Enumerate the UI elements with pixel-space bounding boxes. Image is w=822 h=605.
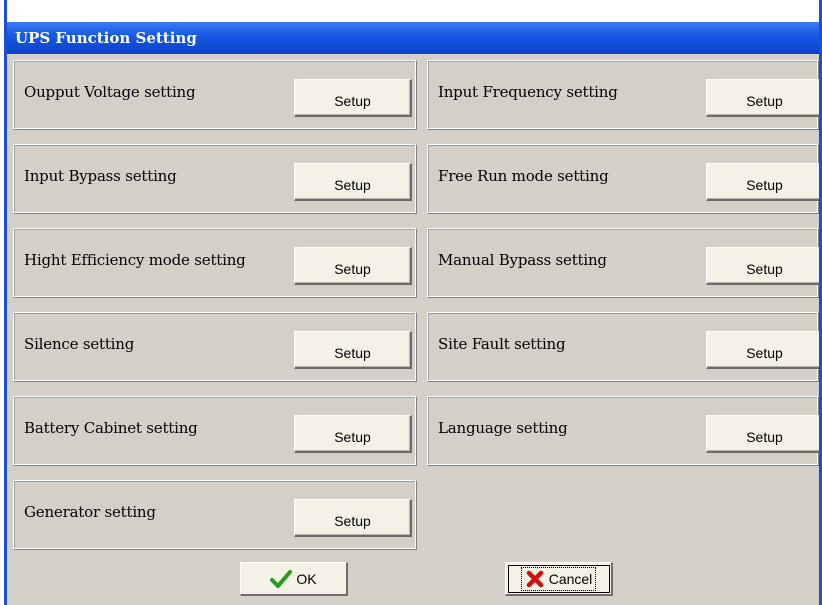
- setting-label: Language setting: [438, 419, 568, 437]
- silence-setup-button[interactable]: Setup: [294, 331, 412, 369]
- setting-label: Battery Cabinet setting: [24, 419, 198, 437]
- panel-input-frequency: Input Frequency setting Setup: [427, 60, 819, 130]
- high-efficiency-setup-button[interactable]: Setup: [294, 247, 412, 285]
- setting-label: Manual Bypass setting: [438, 251, 607, 269]
- panel-silence: Silence setting Setup: [13, 312, 417, 382]
- panel-language: Language setting Setup: [427, 396, 819, 466]
- window-title: UPS Function Setting: [15, 29, 197, 47]
- setting-label: Oupput Voltage setting: [24, 83, 196, 101]
- site-fault-setup-button[interactable]: Setup: [706, 331, 819, 369]
- panel-battery-cabinet: Battery Cabinet setting Setup: [13, 396, 417, 466]
- panel-free-run-mode: Free Run mode setting Setup: [427, 144, 819, 214]
- input-frequency-setup-button[interactable]: Setup: [706, 79, 819, 117]
- setting-label: Input Bypass setting: [24, 167, 177, 185]
- setting-label: Silence setting: [24, 335, 135, 353]
- setting-label: Free Run mode setting: [438, 167, 609, 185]
- setting-label: Hight Efficiency mode setting: [24, 251, 246, 269]
- panel-input-bypass: Input Bypass setting Setup: [13, 144, 417, 214]
- ups-function-setting-window: UPS Function Setting Oupput Voltage sett…: [4, 0, 822, 605]
- setting-label: Site Fault setting: [438, 335, 566, 353]
- cancel-button-label: Cancel: [548, 570, 593, 587]
- setting-label: Generator setting: [24, 503, 156, 521]
- input-bypass-setup-button[interactable]: Setup: [294, 163, 412, 201]
- language-setup-button[interactable]: Setup: [706, 415, 819, 453]
- output-voltage-setup-button[interactable]: Setup: [294, 79, 412, 117]
- checkmark-icon: [270, 569, 293, 589]
- panel-manual-bypass: Manual Bypass setting Setup: [427, 228, 819, 298]
- free-run-mode-setup-button[interactable]: Setup: [706, 163, 819, 201]
- panel-generator: Generator setting Setup: [13, 480, 417, 550]
- panel-site-fault: Site Fault setting Setup: [427, 312, 819, 382]
- manual-bypass-setup-button[interactable]: Setup: [706, 247, 819, 285]
- cancel-button[interactable]: Cancel: [505, 562, 613, 596]
- generator-setup-button[interactable]: Setup: [294, 499, 412, 537]
- title-bar[interactable]: UPS Function Setting: [7, 22, 819, 54]
- ok-button[interactable]: OK: [240, 562, 348, 596]
- setting-label: Input Frequency setting: [438, 83, 618, 101]
- window-top-strip: [7, 0, 819, 22]
- settings-content: Oupput Voltage setting Setup Input Bypas…: [7, 54, 819, 605]
- battery-cabinet-setup-button[interactable]: Setup: [294, 415, 412, 453]
- red-x-icon: [525, 569, 545, 589]
- panel-high-efficiency-mode: Hight Efficiency mode setting Setup: [13, 228, 417, 298]
- panel-output-voltage: Oupput Voltage setting Setup: [13, 60, 417, 130]
- ok-button-label: OK: [296, 570, 317, 587]
